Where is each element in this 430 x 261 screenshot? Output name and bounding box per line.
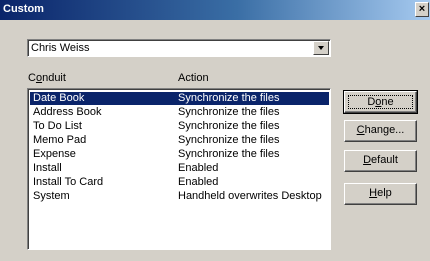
conduit-list[interactable]: Date Book Synchronize the files Address … xyxy=(27,88,331,250)
close-icon: × xyxy=(418,3,426,15)
conduit-name: To Do List xyxy=(33,120,82,132)
conduit-action: Enabled xyxy=(178,176,219,188)
list-item[interactable]: To Do List Synchronize the files xyxy=(30,120,329,133)
conduit-action: Synchronize the files xyxy=(178,92,280,104)
column-header-conduit: Conduit xyxy=(28,72,66,84)
list-item[interactable]: System Handheld overwrites Desktop xyxy=(30,190,329,203)
conduit-action: Synchronize the files xyxy=(178,120,280,132)
conduit-action: Synchronize the files xyxy=(178,134,280,146)
conduit-name: Date Book xyxy=(33,92,85,104)
conduit-action: Enabled xyxy=(178,162,219,174)
user-dropdown-value: Chris Weiss xyxy=(31,42,90,54)
chevron-down-icon xyxy=(318,46,324,50)
dropdown-button[interactable] xyxy=(313,41,329,55)
change-button[interactable]: Change... xyxy=(344,120,417,142)
done-button[interactable]: Done xyxy=(343,90,418,114)
window-title: Custom xyxy=(3,3,44,15)
user-dropdown[interactable]: Chris Weiss xyxy=(27,39,331,57)
list-item[interactable]: Expense Synchronize the files xyxy=(30,148,329,161)
conduit-name: Address Book xyxy=(33,106,102,118)
conduit-name: Install xyxy=(33,162,62,174)
close-button[interactable]: × xyxy=(415,2,429,17)
list-item[interactable]: Install Enabled xyxy=(30,162,329,175)
column-header-action: Action xyxy=(178,72,209,84)
conduit-name: System xyxy=(33,190,70,202)
conduit-name: Memo Pad xyxy=(33,134,87,146)
list-item[interactable]: Address Book Synchronize the files xyxy=(30,106,329,119)
conduit-name: Expense xyxy=(33,148,76,160)
list-item[interactable]: Memo Pad Synchronize the files xyxy=(30,134,329,147)
list-item[interactable]: Install To Card Enabled xyxy=(30,176,329,189)
conduit-action: Synchronize the files xyxy=(178,148,280,160)
done-button-label: Done xyxy=(348,95,413,109)
conduit-name: Install To Card xyxy=(33,176,104,188)
help-button[interactable]: Help xyxy=(344,183,417,205)
conduit-action: Synchronize the files xyxy=(178,106,280,118)
default-button[interactable]: Default xyxy=(344,150,417,172)
conduit-action: Handheld overwrites Desktop xyxy=(178,190,322,202)
list-item[interactable]: Date Book Synchronize the files xyxy=(30,92,329,105)
title-bar: Custom × xyxy=(0,0,430,20)
